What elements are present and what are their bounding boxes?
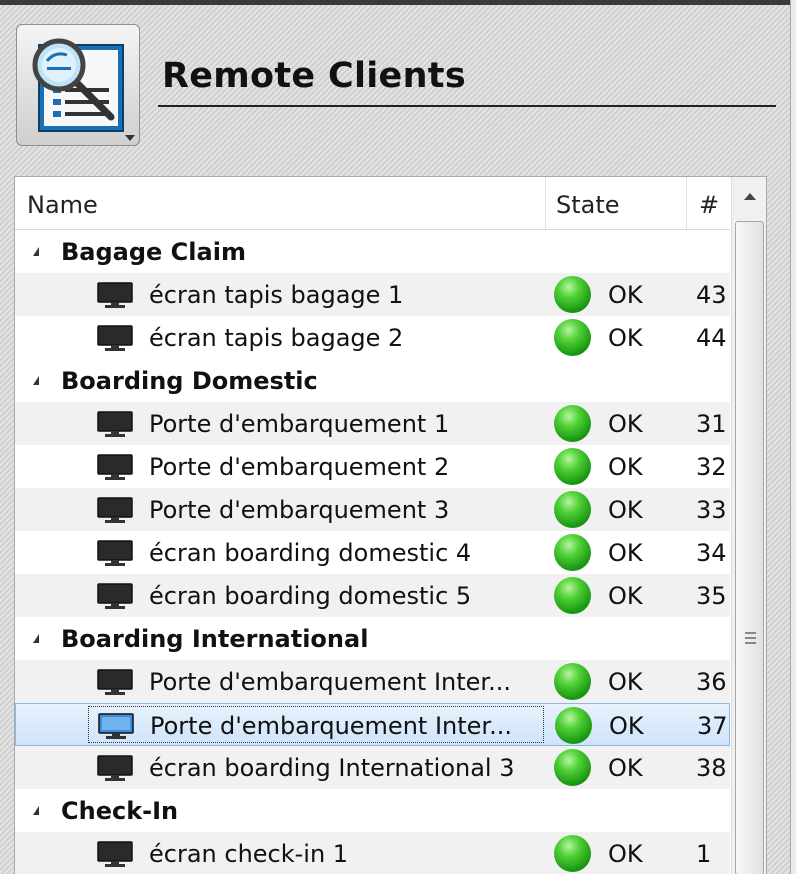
client-row[interactable]: écran check-in 1 OK 1	[15, 832, 730, 874]
client-name: écran boarding International 3	[149, 754, 515, 782]
green-status-dot-icon	[554, 491, 591, 528]
monitor-icon	[97, 282, 133, 308]
client-number: 44	[696, 324, 727, 352]
client-row[interactable]: écran tapis bagage 1 OK 43	[15, 273, 730, 316]
client-number: 38	[696, 754, 727, 782]
top-border	[0, 0, 796, 5]
remote-clients-menu-button[interactable]	[16, 24, 140, 146]
remote-clients-list[interactable]: Name State # Bagage Claim écran tapis ba…	[14, 176, 767, 874]
client-state: OK	[608, 668, 643, 696]
client-name: écran tapis bagage 2	[149, 324, 404, 352]
client-state: OK	[608, 410, 643, 438]
group-label: Check-In	[61, 797, 179, 825]
client-name: écran boarding domestic 5	[149, 582, 472, 610]
column-divider[interactable]	[686, 177, 687, 229]
client-state: OK	[608, 496, 643, 524]
client-name: Porte d'embarquement 3	[149, 496, 450, 524]
chevron-down-icon	[125, 135, 135, 141]
client-row[interactable]: écran boarding domestic 4 OK 34	[15, 531, 730, 574]
client-name: écran check-in 1	[149, 840, 349, 868]
group-label: Boarding Domestic	[61, 367, 318, 395]
monitor-icon	[97, 540, 133, 566]
expand-arrow-icon[interactable]	[33, 806, 39, 815]
client-number: 43	[696, 281, 727, 309]
group-row[interactable]: Boarding Domestic	[15, 359, 730, 402]
monitor-icon	[97, 454, 133, 480]
scroll-thumb[interactable]	[735, 221, 764, 874]
group-row[interactable]: Bagage Claim	[15, 230, 730, 273]
client-number: 37	[697, 712, 728, 740]
client-state: OK	[608, 840, 643, 868]
green-status-dot-icon	[554, 534, 591, 571]
page-title: Remote Clients	[162, 56, 466, 96]
grip-icon	[745, 632, 756, 647]
client-state: OK	[608, 754, 643, 782]
client-state: OK	[608, 582, 643, 610]
green-status-dot-icon	[554, 405, 591, 442]
green-status-dot-icon	[554, 448, 591, 485]
green-status-dot-icon	[554, 319, 591, 356]
client-row[interactable]: écran boarding International 3 OK 38	[15, 746, 730, 789]
right-border	[790, 0, 796, 874]
client-row[interactable]: écran boarding domestic 5 OK 35	[15, 574, 730, 617]
group-label: Boarding International	[61, 625, 369, 653]
green-status-dot-icon	[554, 749, 591, 786]
monitor-icon	[97, 583, 133, 609]
green-status-dot-icon	[554, 577, 591, 614]
expand-arrow-icon[interactable]	[33, 247, 39, 256]
client-number: 1	[696, 840, 712, 868]
client-number: 35	[696, 582, 727, 610]
monitor-icon	[97, 411, 133, 437]
column-header-row: Name State #	[15, 177, 730, 230]
green-status-dot-icon	[554, 276, 591, 313]
client-name: Porte d'embarquement Inter...	[149, 668, 511, 696]
monitor-icon	[98, 713, 134, 739]
client-number: 36	[696, 668, 727, 696]
group-label: Bagage Claim	[61, 238, 246, 266]
green-status-dot-icon	[554, 835, 591, 872]
client-state: OK	[608, 281, 643, 309]
client-state: OK	[608, 539, 643, 567]
client-state: OK	[608, 324, 643, 352]
monitor-icon	[97, 325, 133, 351]
client-row[interactable]: Porte d'embarquement 1 OK 31	[15, 402, 730, 445]
client-row[interactable]: Porte d'embarquement Inter... OK 37	[15, 703, 730, 746]
column-header-number[interactable]: #	[699, 191, 719, 219]
group-row[interactable]: Check-In	[15, 789, 730, 832]
monitor-icon	[97, 497, 133, 523]
expand-arrow-icon[interactable]	[33, 634, 39, 643]
client-name: Porte d'embarquement 2	[149, 453, 450, 481]
scroll-up-arrow-icon[interactable]	[732, 177, 766, 217]
monitor-icon	[97, 755, 133, 781]
client-name: écran tapis bagage 1	[149, 281, 404, 309]
expand-arrow-icon[interactable]	[33, 376, 39, 385]
client-number: 34	[696, 539, 727, 567]
client-state: OK	[609, 712, 644, 740]
group-row[interactable]: Boarding International	[15, 617, 730, 660]
client-number: 31	[696, 410, 727, 438]
column-divider[interactable]	[545, 177, 546, 229]
client-name: Porte d'embarquement Inter...	[150, 712, 512, 740]
vertical-scrollbar[interactable]	[731, 177, 766, 874]
client-name: Porte d'embarquement 1	[149, 410, 450, 438]
client-row[interactable]: écran tapis bagage 2 OK 44	[15, 316, 730, 359]
client-row[interactable]: Porte d'embarquement Inter... OK 36	[15, 660, 730, 703]
monitor-icon	[97, 841, 133, 867]
column-header-state[interactable]: State	[556, 191, 620, 219]
remote-clients-list-magnifier-icon	[32, 38, 124, 132]
client-row[interactable]: Porte d'embarquement 3 OK 33	[15, 488, 730, 531]
green-status-dot-icon	[555, 707, 592, 744]
client-state: OK	[608, 453, 643, 481]
client-number: 32	[696, 453, 727, 481]
column-header-name[interactable]: Name	[27, 191, 98, 219]
client-name: écran boarding domestic 4	[149, 539, 472, 567]
client-row[interactable]: Porte d'embarquement 2 OK 32	[15, 445, 730, 488]
green-status-dot-icon	[554, 663, 591, 700]
client-number: 33	[696, 496, 727, 524]
title-underline	[158, 105, 776, 107]
monitor-icon	[97, 669, 133, 695]
